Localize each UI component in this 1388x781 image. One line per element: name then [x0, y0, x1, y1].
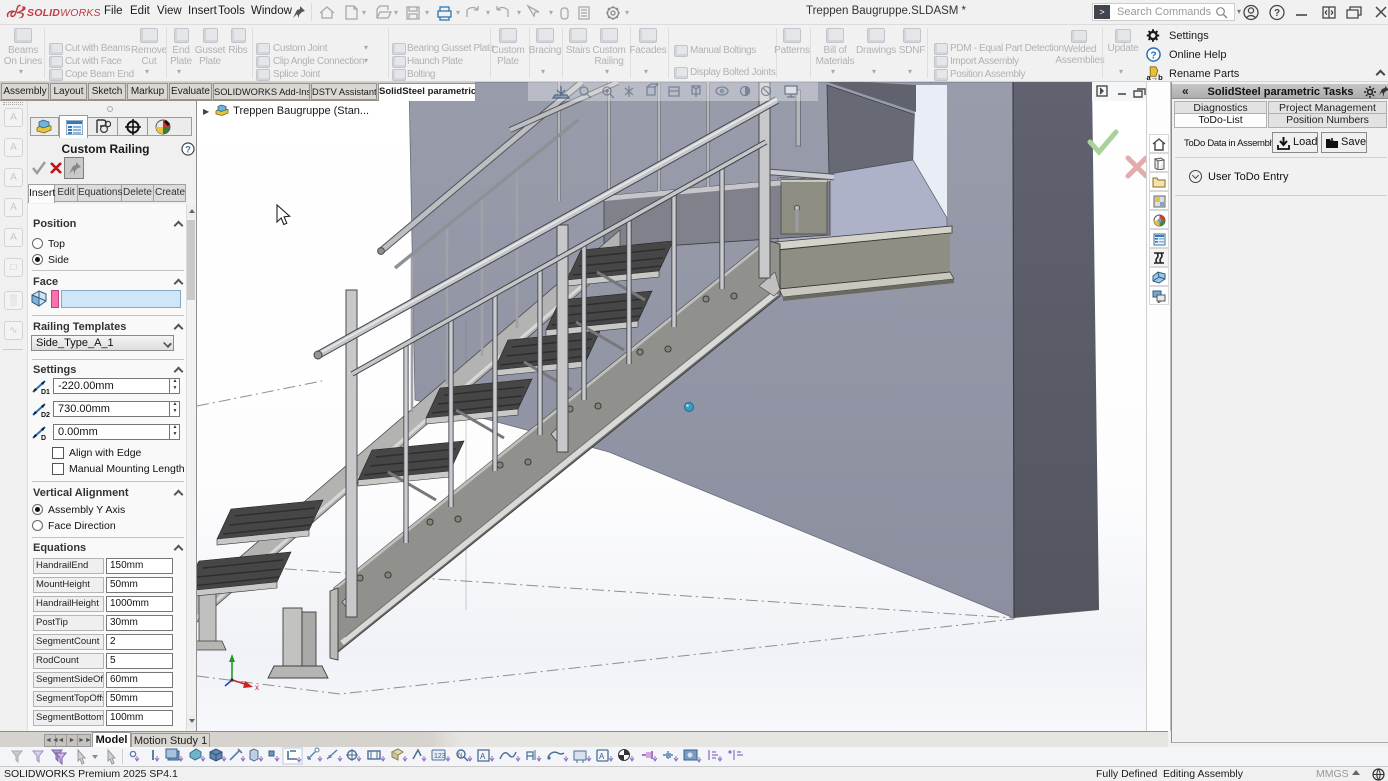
svg-text:?: ? [185, 145, 191, 156]
svg-text:A: A [480, 752, 486, 761]
svg-text:123: 123 [434, 753, 446, 760]
svg-text:?: ? [1150, 50, 1156, 61]
svg-text:x: x [255, 683, 259, 692]
svg-text:N: N [458, 753, 462, 759]
svg-text:D: D [41, 435, 46, 441]
svg-text:?: ? [1274, 8, 1280, 19]
svg-text:A: A [599, 752, 605, 761]
svg-text:a→b: a→b [1146, 73, 1163, 81]
svg-text:D2: D2 [41, 412, 50, 418]
svg-text:D1: D1 [41, 389, 50, 395]
